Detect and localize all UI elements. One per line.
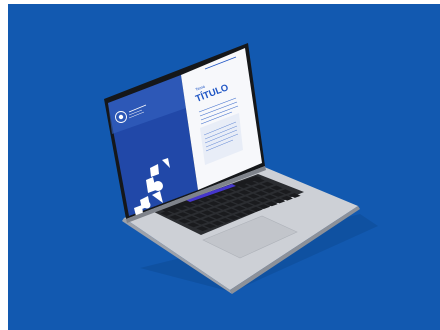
laptop-mockup-scene: Tema TÍTULO bbox=[0, 0, 440, 330]
